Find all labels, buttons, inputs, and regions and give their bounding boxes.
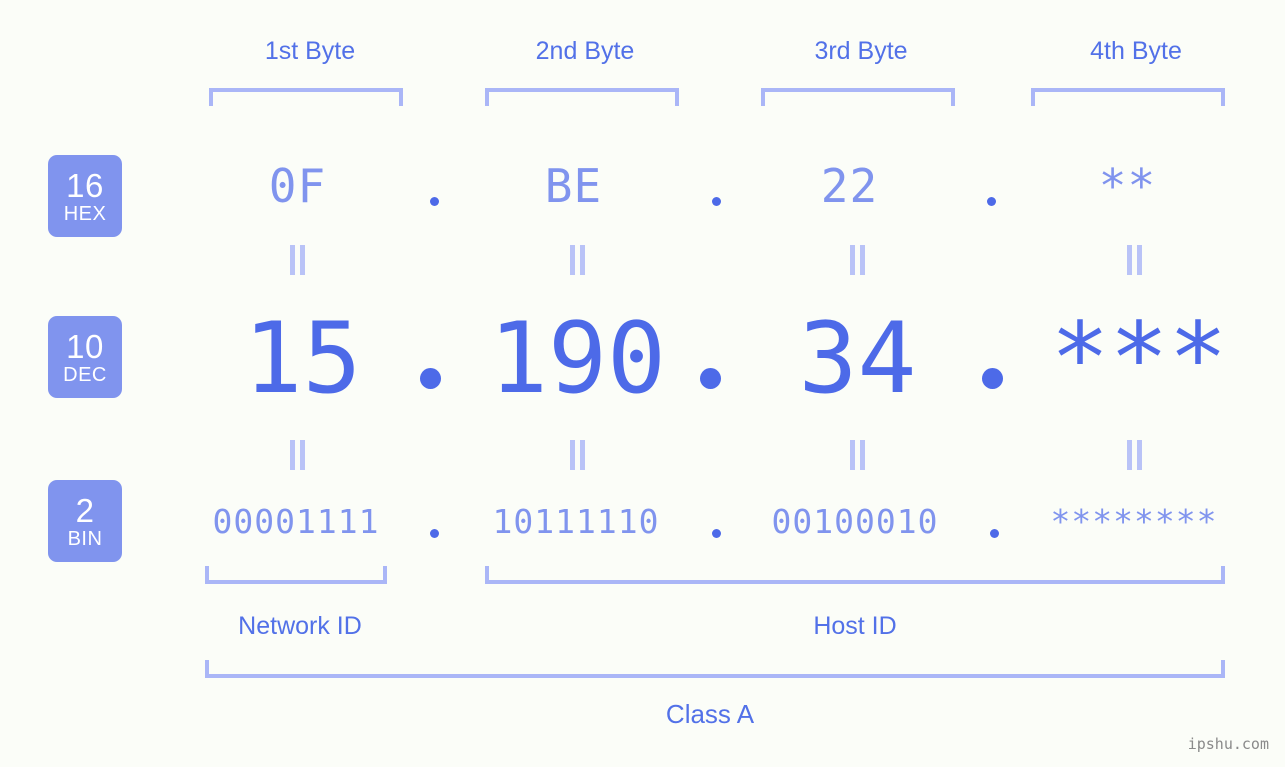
bin-byte-2: 10111110 [492, 502, 660, 541]
byte-label-4: 4th Byte [1090, 37, 1182, 65]
hex-byte-4: ** [1098, 159, 1157, 213]
badge-bin-name: BIN [67, 527, 103, 550]
byte-bracket-1 [209, 88, 403, 106]
network-id-bracket [205, 566, 387, 584]
badge-bin: 2 BIN [48, 480, 122, 562]
bin-byte-4: ******** [1050, 502, 1218, 541]
site-watermark: ipshu.com [1187, 735, 1269, 753]
bin-byte-3: 00100010 [771, 502, 939, 541]
equals-mark-hex-dec-4 [1126, 245, 1143, 275]
equals-mark-dec-bin-4 [1126, 440, 1143, 470]
class-bracket [205, 660, 1225, 678]
equals-mark-hex-dec-1 [289, 245, 306, 275]
badge-dec: 10 DEC [48, 316, 122, 398]
dec-separator-dot-1 [420, 368, 441, 389]
badge-hex-name: HEX [63, 202, 107, 225]
badge-bin-base: 2 [75, 491, 95, 529]
host-id-bracket [485, 566, 1225, 584]
byte-bracket-3 [761, 88, 955, 106]
bin-separator-dot-1 [430, 529, 439, 538]
badge-hex: 16 HEX [48, 155, 122, 237]
dec-byte-1: 15 [243, 302, 362, 416]
hex-byte-3: 22 [820, 159, 879, 213]
byte-label-3: 3rd Byte [814, 37, 908, 65]
byte-bracket-4 [1031, 88, 1225, 106]
ip-address-breakdown-diagram: 1st Byte 2nd Byte 3rd Byte 4th Byte 16 H… [0, 0, 1285, 767]
dec-separator-dot-3 [982, 368, 1003, 389]
host-id-label: Host ID [813, 612, 897, 640]
byte-label-2: 2nd Byte [535, 37, 635, 65]
bin-separator-dot-2 [712, 529, 721, 538]
badge-dec-name: DEC [63, 363, 107, 386]
equals-mark-hex-dec-2 [569, 245, 586, 275]
bin-separator-dot-3 [990, 529, 999, 538]
hex-separator-dot-3 [987, 197, 996, 206]
class-label: Class A [665, 699, 755, 729]
dec-byte-4: *** [1050, 302, 1228, 416]
dec-byte-3: 34 [798, 302, 917, 416]
bin-byte-1: 00001111 [212, 502, 380, 541]
equals-mark-dec-bin-1 [289, 440, 306, 470]
hex-byte-2: BE [544, 159, 603, 213]
hex-separator-dot-1 [430, 197, 439, 206]
hex-byte-1: 0F [268, 159, 327, 213]
equals-mark-dec-bin-3 [849, 440, 866, 470]
byte-bracket-2 [485, 88, 679, 106]
dec-separator-dot-2 [700, 368, 721, 389]
badge-dec-base: 10 [66, 327, 104, 365]
badge-hex-base: 16 [66, 166, 104, 204]
byte-label-1: 1st Byte [264, 37, 356, 65]
equals-mark-hex-dec-3 [849, 245, 866, 275]
network-id-label: Network ID [238, 612, 362, 640]
dec-byte-2: 190 [488, 302, 666, 416]
hex-separator-dot-2 [712, 197, 721, 206]
equals-mark-dec-bin-2 [569, 440, 586, 470]
